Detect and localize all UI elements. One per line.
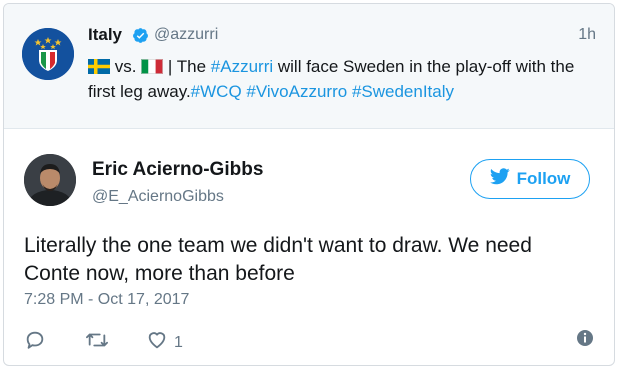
quoted-tweet[interactable]: Italy @azzurri 1h vs. | The #Azzurri wil… xyxy=(4,4,614,129)
like-count: 1 xyxy=(174,333,183,351)
italy-crest-avatar[interactable] xyxy=(22,28,74,80)
quoted-tweet-text: vs. | The #Azzurri will face Sweden in t… xyxy=(88,54,598,104)
retweet-icon xyxy=(84,329,110,356)
author-handle[interactable]: @E_AciernoGibbs xyxy=(92,188,224,206)
hashtag-swedenitaly-link[interactable]: #SwedenItaly xyxy=(352,82,454,101)
tweet-actions: 1 xyxy=(24,329,594,353)
hashtag-azzurri-link[interactable]: #Azzurri xyxy=(211,57,273,76)
verified-badge-icon xyxy=(132,27,149,44)
tweet-timestamp[interactable]: 7:28 PM - Oct 17, 2017 xyxy=(24,291,189,309)
tweet-card: Italy @azzurri 1h vs. | The #Azzurri wil… xyxy=(3,3,615,366)
hashtag-wcq-link[interactable]: #WCQ xyxy=(191,82,242,101)
info-icon xyxy=(576,329,594,352)
twitter-bird-icon xyxy=(489,168,510,190)
retweet-button[interactable] xyxy=(84,329,110,356)
quoted-author-handle[interactable]: @azzurri xyxy=(154,26,218,44)
info-button[interactable] xyxy=(576,329,594,352)
author-name[interactable]: Eric Acierno-Gibbs xyxy=(92,159,263,181)
italy-flag-icon xyxy=(141,59,164,74)
quoted-timestamp[interactable]: 1h xyxy=(578,26,596,44)
reply-button[interactable] xyxy=(24,329,46,356)
follow-button[interactable]: Follow xyxy=(470,159,590,199)
heart-icon xyxy=(146,329,168,356)
vs-text: vs. xyxy=(114,57,137,76)
follow-button-label: Follow xyxy=(516,169,571,188)
reply-icon xyxy=(24,329,46,356)
hashtag-vivoazzurro-link[interactable]: #VivoAzzurro xyxy=(246,82,347,101)
tweet-text: Literally the one team we didn't want to… xyxy=(24,234,532,285)
quoted-text-pre: | The xyxy=(163,57,211,76)
sweden-flag-icon xyxy=(88,59,110,74)
quoted-author-name[interactable]: Italy xyxy=(88,25,122,45)
like-button[interactable]: 1 xyxy=(146,329,183,356)
author-avatar[interactable] xyxy=(24,154,76,206)
